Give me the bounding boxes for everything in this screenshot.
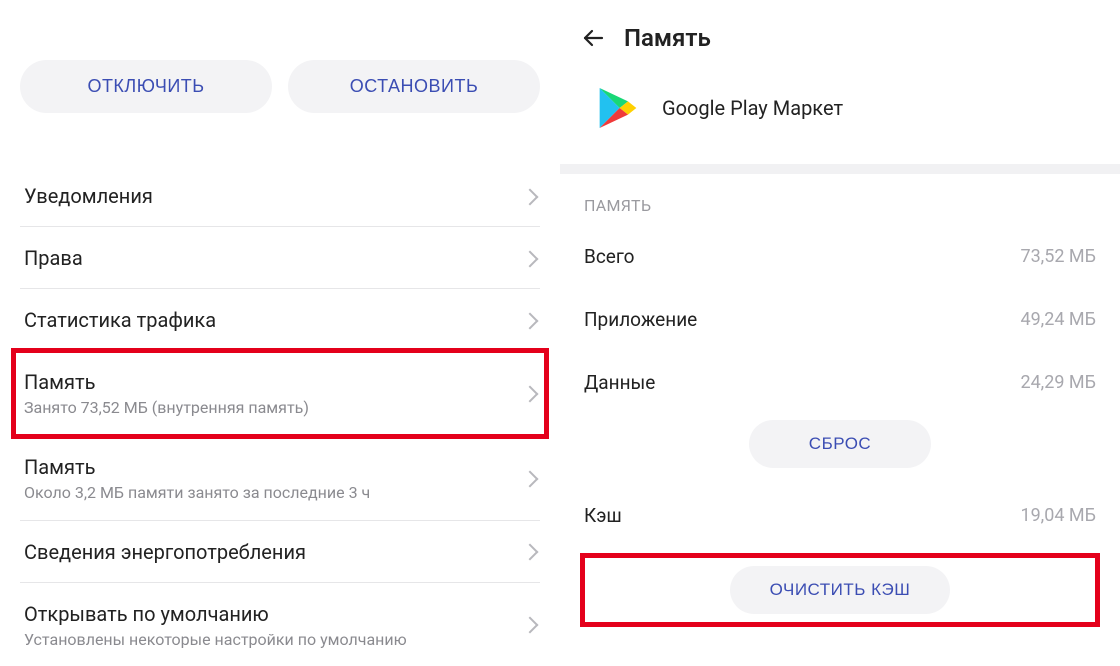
kv-value: 24,29 МБ (1020, 372, 1096, 393)
row-label: Статистика трафика (24, 307, 512, 334)
row-memory[interactable]: Память Около 3,2 МБ памяти занято за пос… (20, 436, 540, 521)
row-app-size: Приложение 49,24 МБ (580, 288, 1100, 351)
row-permissions[interactable]: Права (20, 227, 540, 289)
kv-value: 19,04 МБ (1020, 505, 1096, 526)
kv-label: Кэш (584, 504, 622, 527)
reset-button-wrap: СБРОС (580, 420, 1100, 468)
chevron-right-icon (522, 470, 539, 487)
row-subtitle: Установлены некоторые настройки по умолч… (24, 630, 512, 651)
row-storage[interactable]: Память Занято 73,52 МБ (внутренняя памят… (14, 351, 546, 436)
reset-button[interactable]: СБРОС (749, 420, 931, 468)
row-total: Всего 73,52 МБ (580, 225, 1100, 288)
row-label: Память (24, 454, 512, 481)
top-button-row: ОТКЛЮЧИТЬ ОСТАНОВИТЬ (20, 60, 540, 113)
row-subtitle: Около 3,2 МБ памяти занято за последние … (24, 483, 512, 504)
chevron-right-icon (522, 250, 539, 267)
row-notifications[interactable]: Уведомления (20, 165, 540, 227)
clear-cache-button[interactable]: ОЧИСТИТЬ КЭШ (730, 566, 951, 614)
header: Память (580, 18, 1100, 64)
chevron-right-icon (522, 385, 539, 402)
app-info-screen: ОТКЛЮЧИТЬ ОСТАНОВИТЬ Уведомления Права С… (0, 0, 560, 666)
clear-cache-highlight: ОЧИСТИТЬ КЭШ (580, 553, 1100, 627)
row-label: Права (24, 245, 512, 272)
stop-button[interactable]: ОСТАНОВИТЬ (288, 60, 540, 113)
row-cache-size: Кэш 19,04 МБ (580, 484, 1100, 547)
row-subtitle: Занято 73,52 МБ (внутренняя память) (24, 398, 512, 419)
row-label: Открывать по умолчанию (24, 601, 512, 628)
kv-label: Всего (584, 245, 635, 268)
page-title: Память (624, 24, 711, 52)
kv-label: Приложение (584, 308, 697, 331)
row-traffic-stats[interactable]: Статистика трафика (20, 289, 540, 351)
google-play-icon (598, 86, 638, 130)
chevron-right-icon (522, 617, 539, 634)
row-data-size: Данные 24,29 МБ (580, 351, 1100, 414)
separator (560, 164, 1120, 174)
disable-button[interactable]: ОТКЛЮЧИТЬ (20, 60, 272, 113)
chevron-right-icon (522, 312, 539, 329)
app-header: Google Play Маркет (580, 64, 1100, 164)
storage-detail-screen: Память Google Play Маркет ПАМЯТЬ Всего 7… (560, 0, 1120, 666)
row-label: Сведения энергопотребления (24, 539, 512, 566)
row-label: Уведомления (24, 183, 512, 210)
kv-label: Данные (584, 371, 655, 394)
back-arrow-icon[interactable] (580, 25, 606, 51)
chevron-right-icon (522, 188, 539, 205)
chevron-right-icon (522, 544, 539, 561)
kv-value: 49,24 МБ (1020, 309, 1096, 330)
section-label-memory: ПАМЯТЬ (584, 196, 1100, 215)
kv-value: 73,52 МБ (1020, 246, 1096, 267)
row-power-usage[interactable]: Сведения энергопотребления (20, 521, 540, 583)
app-name: Google Play Маркет (662, 96, 843, 120)
row-label: Память (24, 369, 512, 396)
row-open-by-default[interactable]: Открывать по умолчанию Установлены некот… (20, 583, 540, 666)
